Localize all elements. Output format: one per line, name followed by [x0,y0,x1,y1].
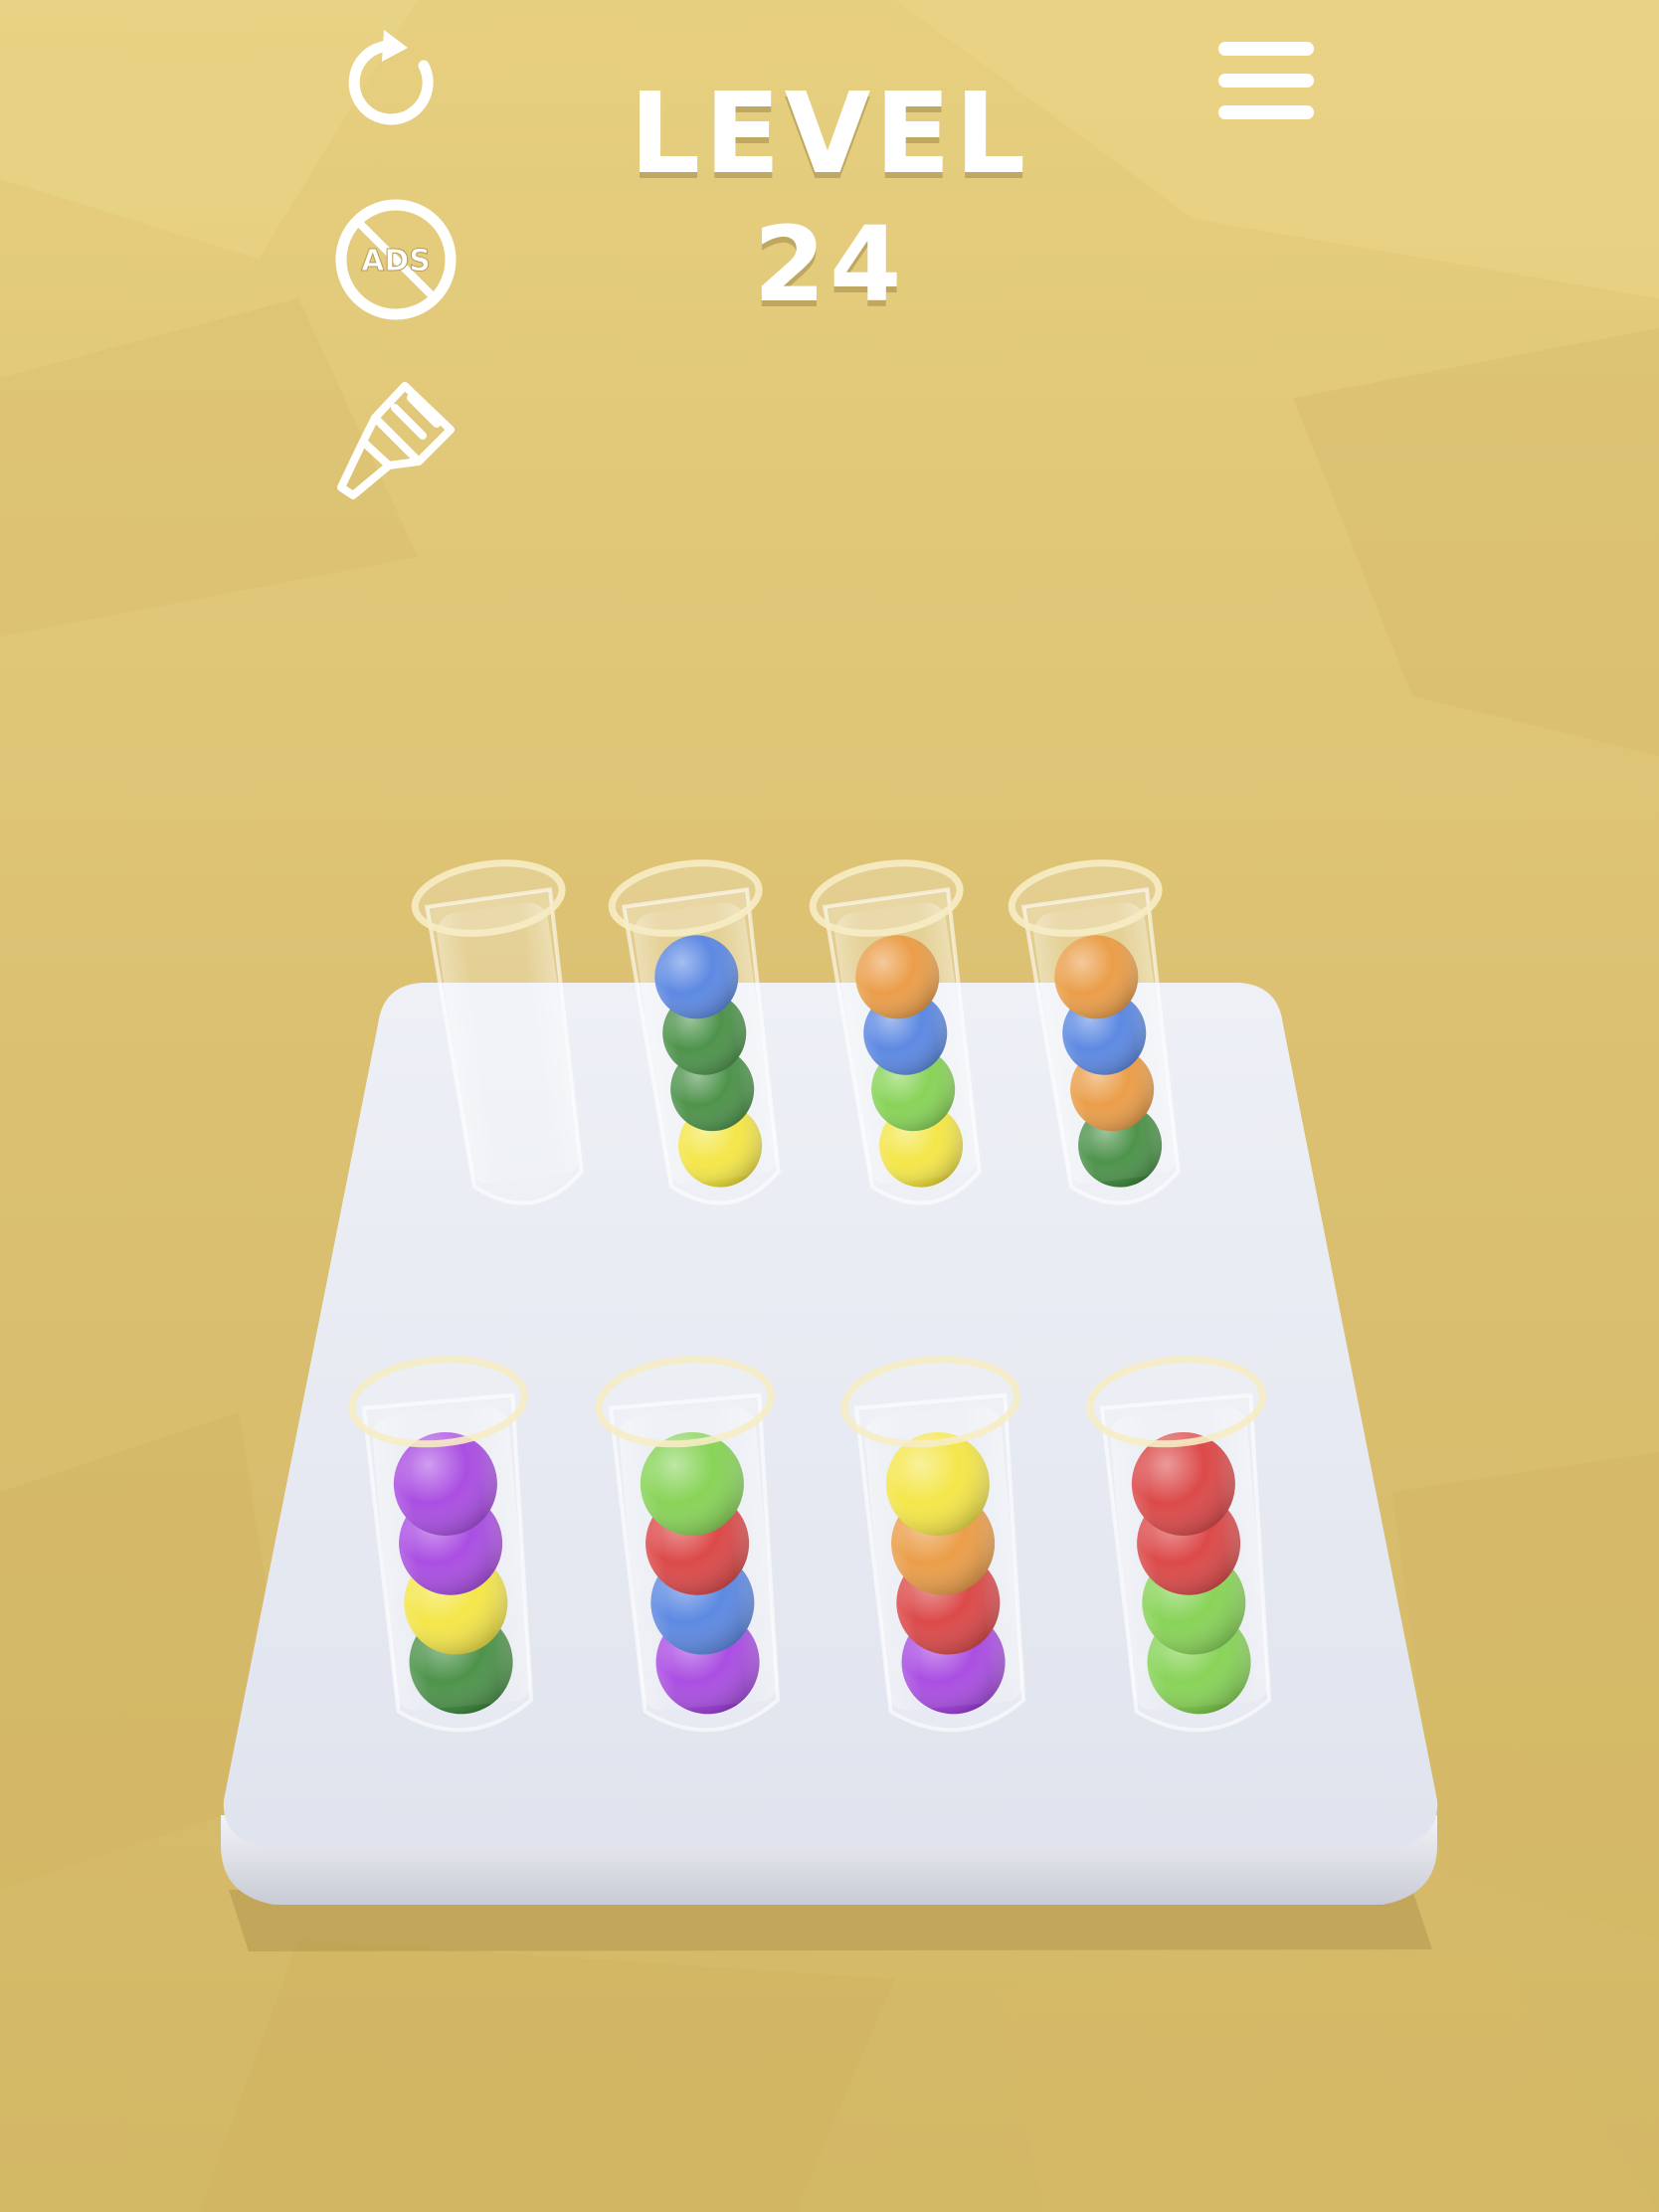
tube-glass-sheen [864,1406,1024,1711]
tube-glass-sheen [619,1406,779,1711]
tube-glass-sheen [372,1406,532,1711]
game-board-scene [221,859,1438,1951]
tube-glass-sheen [1110,1406,1270,1711]
